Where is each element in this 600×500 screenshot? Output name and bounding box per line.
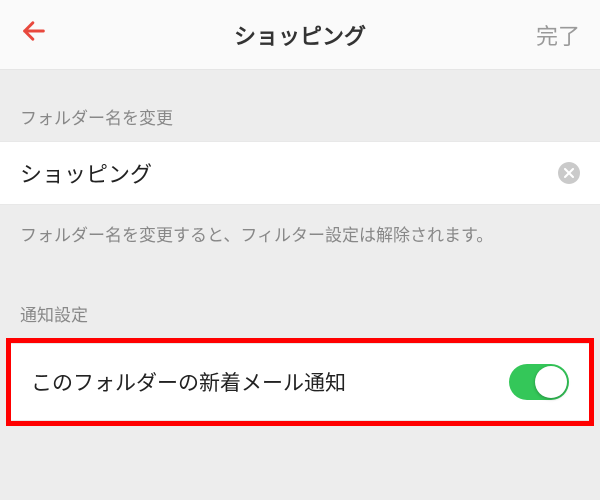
notification-section-label: 通知設定 [0, 267, 600, 338]
header-bar: ショッピング 完了 [0, 0, 600, 70]
clear-input-icon[interactable] [558, 162, 580, 184]
back-arrow-icon[interactable] [20, 17, 80, 53]
done-button[interactable]: 完了 [520, 19, 580, 51]
folder-name-input[interactable] [20, 160, 558, 186]
folder-name-row [0, 141, 600, 205]
notification-toggle[interactable] [509, 364, 569, 400]
folder-helper-text: フォルダー名を変更すると、フィルター設定は解除されます。 [0, 205, 600, 267]
page-title: ショッピング [80, 19, 520, 51]
highlight-annotation: このフォルダーの新着メール通知 [6, 338, 594, 426]
toggle-knob-icon [535, 366, 567, 398]
notification-toggle-row: このフォルダーの新着メール通知 [11, 343, 589, 421]
notification-toggle-label: このフォルダーの新着メール通知 [31, 367, 346, 397]
folder-section-label: フォルダー名を変更 [0, 70, 600, 141]
